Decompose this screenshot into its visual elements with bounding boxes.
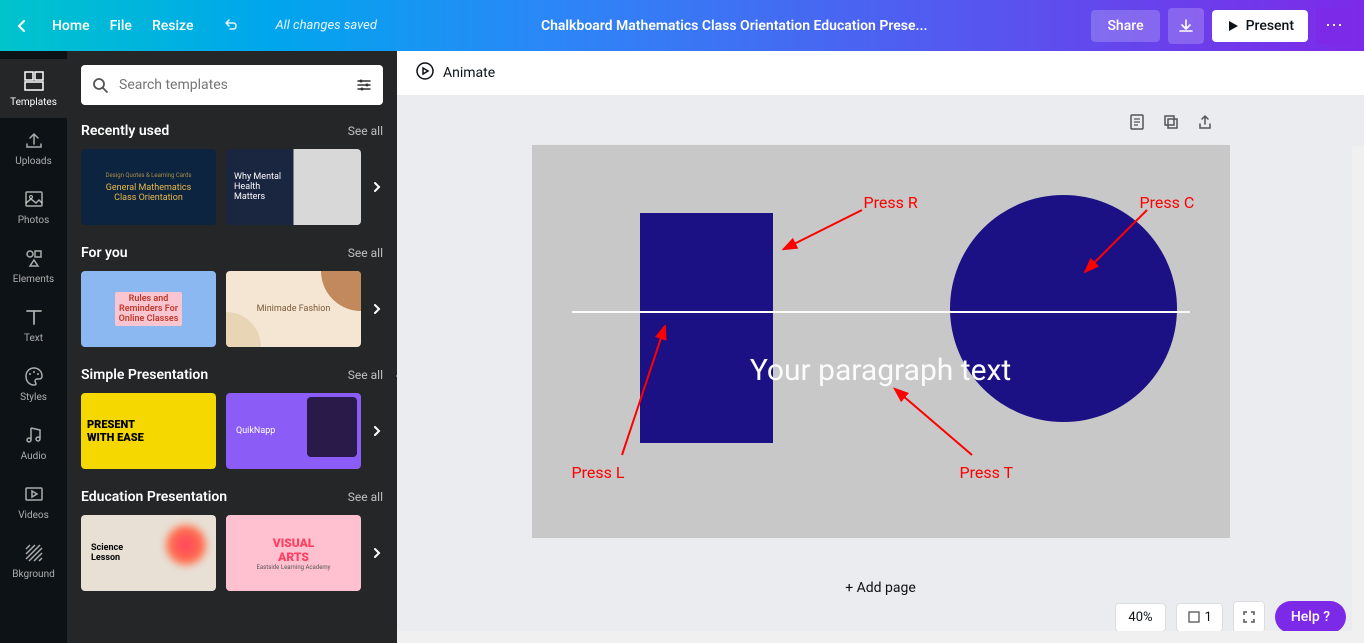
section-simple-presentation: Simple Presentation See all PRESENT WITH… [81, 367, 383, 469]
template-thumb[interactable]: VISUAL ARTS Eastside Learning Academy [226, 515, 361, 591]
share-button[interactable]: Share [1091, 10, 1159, 42]
template-thumb[interactable]: Design Quotes & Learning Cards General M… [81, 149, 216, 225]
line-shape[interactable] [572, 311, 1190, 313]
duplicate-icon[interactable] [1162, 113, 1180, 131]
rail-photos[interactable]: Photos [0, 177, 67, 236]
template-thumb[interactable]: Minimade Fashion [226, 271, 361, 347]
photos-icon [22, 187, 46, 211]
template-thumb[interactable]: Science Lesson [81, 515, 216, 591]
rail-videos-label: Videos [18, 510, 49, 521]
arrow-t [892, 385, 982, 465]
bottom-bar: 40% 1 Help ? [1115, 601, 1346, 633]
chevron-right-icon[interactable] [365, 419, 389, 443]
template-thumb[interactable]: Rules and Reminders For Online Classes [81, 271, 216, 347]
rail-styles-label: Styles [20, 392, 47, 403]
zoom-button[interactable]: 40% [1115, 603, 1165, 632]
rail-templates[interactable]: Templates [0, 59, 67, 118]
template-thumb[interactable]: QuikNapp [226, 393, 361, 469]
styles-icon [22, 364, 46, 388]
videos-icon [22, 482, 46, 506]
rail-background[interactable]: Bkground [0, 531, 67, 590]
search-wrap [81, 65, 383, 105]
home-link[interactable]: Home [52, 18, 90, 34]
fullscreen-button[interactable] [1233, 601, 1265, 633]
see-all-foryou[interactable]: See all [348, 246, 383, 260]
see-all-education[interactable]: See all [348, 490, 383, 504]
download-button[interactable] [1168, 8, 1204, 44]
main-area: Templates Uploads Photos Elements Text S… [0, 51, 1364, 643]
arrow-r [782, 205, 872, 255]
annotation-press-t: Press T [960, 463, 1014, 482]
rail-uploads-label: Uploads [15, 156, 51, 167]
undo-icon[interactable] [221, 15, 239, 37]
filter-icon[interactable] [355, 76, 373, 94]
arrow-c [1077, 205, 1157, 275]
top-bar: Home File Resize All changes saved Chalk… [0, 0, 1364, 51]
vertical-scrollbar[interactable] [1352, 146, 1364, 631]
animate-button[interactable]: Animate [415, 61, 495, 85]
notes-icon[interactable] [1128, 113, 1146, 131]
side-panel: Recently used See all Design Quotes & Le… [67, 51, 397, 643]
see-all-recent[interactable]: See all [348, 124, 383, 138]
search-input[interactable] [109, 77, 355, 93]
rail-audio[interactable]: Audio [0, 413, 67, 472]
top-bar-left: Home File Resize All changes saved [12, 15, 377, 37]
page-actions [1128, 113, 1214, 131]
template-thumb[interactable]: PRESENT WITH EASE [81, 393, 216, 469]
present-button[interactable]: Present [1212, 10, 1308, 42]
section-for-you: For you See all Rules and Reminders For … [81, 245, 383, 347]
canvas-area: Animate Your paragraph text Press R Pres… [397, 51, 1364, 643]
section-recently-used: Recently used See all Design Quotes & Le… [81, 123, 383, 225]
top-bar-right: Share Present ⋯ [1091, 8, 1352, 44]
template-thumb[interactable]: Why Mental Health Matters [226, 149, 361, 225]
rail-styles[interactable]: Styles [0, 354, 67, 413]
help-button[interactable]: Help ? [1275, 601, 1346, 633]
section-education-presentation: Education Presentation See all Science L… [81, 489, 383, 591]
save-status: All changes saved [275, 18, 376, 33]
rail-text-label: Text [24, 333, 43, 344]
document-title[interactable]: Chalkboard Mathematics Class Orientation… [377, 18, 1092, 34]
section-title-foryou: For you [81, 245, 128, 261]
page-count-button[interactable]: 1 [1176, 603, 1223, 632]
resize-menu[interactable]: Resize [152, 18, 194, 34]
icon-rail: Templates Uploads Photos Elements Text S… [0, 51, 67, 643]
rail-uploads[interactable]: Uploads [0, 118, 67, 177]
file-menu[interactable]: File [110, 18, 132, 34]
rail-audio-label: Audio [21, 451, 47, 462]
rail-templates-label: Templates [10, 97, 57, 108]
canvas-scroll[interactable]: Your paragraph text Press R Press C Pres… [397, 95, 1364, 643]
elements-icon [22, 246, 46, 270]
rail-photos-label: Photos [18, 215, 50, 226]
background-icon [22, 541, 46, 565]
chevron-right-icon[interactable] [365, 541, 389, 565]
annotation-press-r: Press R [864, 193, 918, 212]
uploads-icon [22, 128, 46, 152]
animate-label: Animate [443, 65, 495, 81]
templates-icon [22, 69, 46, 93]
see-all-simple[interactable]: See all [348, 368, 383, 382]
rail-text[interactable]: Text [0, 295, 67, 354]
rail-elements[interactable]: Elements [0, 236, 67, 295]
rail-background-label: Bkground [12, 569, 55, 580]
share-page-icon[interactable] [1196, 113, 1214, 131]
audio-icon [22, 423, 46, 447]
arrow-l [612, 325, 672, 465]
chevron-right-icon[interactable] [365, 175, 389, 199]
back-icon[interactable] [12, 16, 32, 36]
more-options-button[interactable]: ⋯ [1316, 8, 1352, 44]
section-title-simple: Simple Presentation [81, 367, 208, 383]
search-icon [91, 76, 109, 94]
slide[interactable]: Your paragraph text Press R Press C Pres… [532, 145, 1230, 538]
chevron-right-icon[interactable] [365, 297, 389, 321]
annotation-press-l: Press L [572, 463, 625, 482]
section-title-education: Education Presentation [81, 489, 227, 505]
rail-videos[interactable]: Videos [0, 472, 67, 531]
animate-icon [415, 61, 435, 85]
rail-elements-label: Elements [13, 274, 54, 285]
section-title-recent: Recently used [81, 123, 169, 139]
text-icon [22, 305, 46, 329]
present-label: Present [1246, 18, 1294, 34]
horizontal-scrollbar[interactable] [397, 631, 1364, 643]
tool-row: Animate [397, 51, 1364, 95]
